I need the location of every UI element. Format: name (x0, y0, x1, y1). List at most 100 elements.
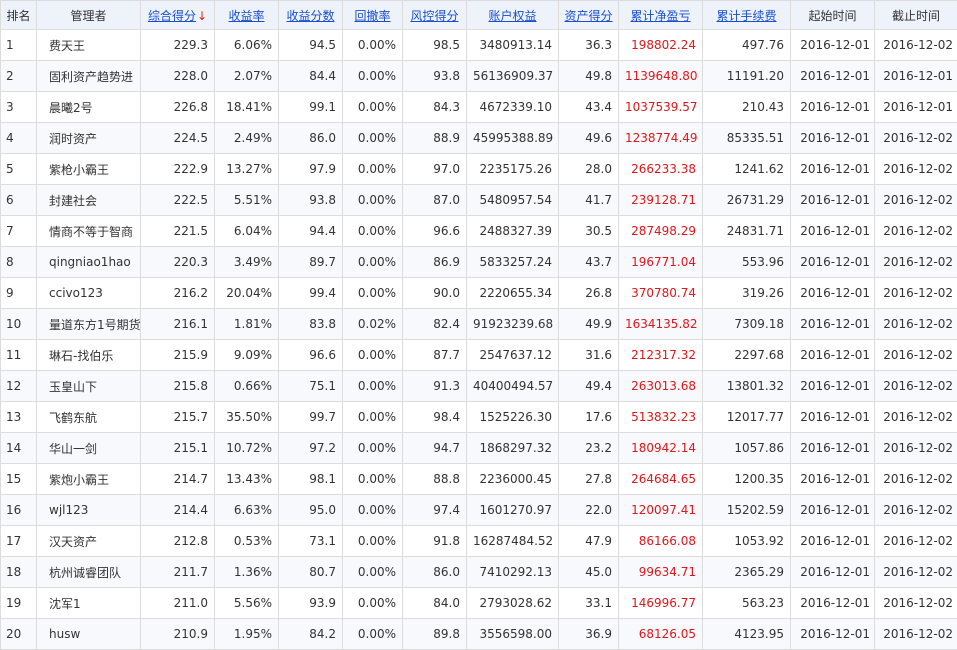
table-row[interactable]: 16wjl123214.46.63%95.00.00%97.41601270.9… (1, 495, 957, 526)
composite-score-cell: 215.1 (141, 433, 215, 464)
rank-cell: 8 (1, 247, 37, 278)
table-row[interactable]: 4润时资产224.52.49%86.00.00%88.945995388.894… (1, 123, 957, 154)
risk-score-cell: 91.8 (403, 526, 467, 557)
manager-name-link[interactable]: 费天王 (37, 30, 141, 61)
start-date-cell: 2016-12-01 (791, 247, 875, 278)
col-header-return-rate[interactable]: 收益率 (215, 1, 279, 30)
return-score-cell: 99.4 (279, 278, 343, 309)
manager-name-link[interactable]: 杭州诚睿团队 (37, 557, 141, 588)
cum-fee-cell: 85335.51 (703, 123, 791, 154)
cum-pnl-cell: 370780.74 (619, 278, 703, 309)
manager-name-link[interactable]: 玉皇山下 (37, 371, 141, 402)
table-row[interactable]: 11琳石-找伯乐215.99.09%96.60.00%87.72547637.1… (1, 340, 957, 371)
col-header-cum-fee[interactable]: 累计手续费 (703, 1, 791, 30)
cum-fee-cell: 11191.20 (703, 61, 791, 92)
start-date-cell: 2016-12-01 (791, 495, 875, 526)
composite-score-cell: 215.7 (141, 402, 215, 433)
end-date-cell: 2016-12-02 (875, 216, 957, 247)
return-score-cell: 97.2 (279, 433, 343, 464)
col-header-equity[interactable]: 账户权益 (467, 1, 559, 30)
rank-cell: 7 (1, 216, 37, 247)
table-row[interactable]: 15紫炮小霸王214.713.43%98.10.00%88.82236000.4… (1, 464, 957, 495)
equity-cell: 16287484.52 (467, 526, 559, 557)
risk-score-cell: 91.3 (403, 371, 467, 402)
drawdown-cell: 0.00% (343, 464, 403, 495)
start-date-cell: 2016-12-01 (791, 371, 875, 402)
return-rate-cell: 18.41% (215, 92, 279, 123)
table-row[interactable]: 1费天王229.36.06%94.50.00%98.53480913.1436.… (1, 30, 957, 61)
rank-cell: 17 (1, 526, 37, 557)
col-header-composite-score-label: 综合得分 (148, 9, 196, 23)
end-date-cell: 2016-12-01 (875, 61, 957, 92)
manager-name-link[interactable]: 沈军1 (37, 588, 141, 619)
table-row[interactable]: 13飞鹤东航215.735.50%99.70.00%98.41525226.30… (1, 402, 957, 433)
cum-fee-cell: 4123.95 (703, 619, 791, 650)
manager-name-link[interactable]: qingniao1hao (37, 247, 141, 278)
risk-score-cell: 87.0 (403, 185, 467, 216)
col-header-drawdown[interactable]: 回撤率 (343, 1, 403, 30)
composite-score-cell: 222.5 (141, 185, 215, 216)
table-row[interactable]: 2固利资产趋势进228.02.07%84.40.00%93.856136909.… (1, 61, 957, 92)
col-header-risk-score[interactable]: 风控得分 (403, 1, 467, 30)
equity-cell: 2793028.62 (467, 588, 559, 619)
end-date-cell: 2016-12-02 (875, 30, 957, 61)
asset-score-cell: 49.8 (559, 61, 619, 92)
table-row[interactable]: 10量道东方1号期货216.11.81%83.80.02%82.49192323… (1, 309, 957, 340)
manager-name-link[interactable]: ccivo123 (37, 278, 141, 309)
cum-fee-cell: 210.43 (703, 92, 791, 123)
asset-score-cell: 17.6 (559, 402, 619, 433)
rank-cell: 11 (1, 340, 37, 371)
table-row[interactable]: 9ccivo123216.220.04%99.40.00%90.02220655… (1, 278, 957, 309)
table-row[interactable]: 6封建社会222.55.51%93.80.00%87.05480957.5441… (1, 185, 957, 216)
drawdown-cell: 0.00% (343, 92, 403, 123)
manager-name-link[interactable]: 华山一剑 (37, 433, 141, 464)
asset-score-cell: 43.7 (559, 247, 619, 278)
risk-score-cell: 96.6 (403, 216, 467, 247)
risk-score-cell: 89.8 (403, 619, 467, 650)
manager-name-link[interactable]: husw (37, 619, 141, 650)
manager-name-link[interactable]: 封建社会 (37, 185, 141, 216)
equity-cell: 1868297.32 (467, 433, 559, 464)
manager-name-link[interactable]: 固利资产趋势进 (37, 61, 141, 92)
cum-fee-cell: 563.23 (703, 588, 791, 619)
manager-name-link[interactable]: 紫炮小霸王 (37, 464, 141, 495)
manager-name-link[interactable]: 汉天资产 (37, 526, 141, 557)
table-row[interactable]: 19沈军1211.05.56%93.90.00%84.02793028.6233… (1, 588, 957, 619)
col-header-asset-score[interactable]: 资产得分 (559, 1, 619, 30)
manager-name-link[interactable]: 晨曦2号 (37, 92, 141, 123)
manager-name-link[interactable]: 量道东方1号期货 (37, 309, 141, 340)
table-row[interactable]: 5紫枪小霸王222.913.27%97.90.00%97.02235175.26… (1, 154, 957, 185)
table-row[interactable]: 12玉皇山下215.80.66%75.10.00%91.340400494.57… (1, 371, 957, 402)
cum-fee-cell: 24831.71 (703, 216, 791, 247)
start-date-cell: 2016-12-01 (791, 309, 875, 340)
risk-score-cell: 90.0 (403, 278, 467, 309)
manager-name-link[interactable]: 紫枪小霸王 (37, 154, 141, 185)
drawdown-cell: 0.00% (343, 588, 403, 619)
asset-score-cell: 36.9 (559, 619, 619, 650)
drawdown-cell: 0.00% (343, 185, 403, 216)
col-header-cum-pnl[interactable]: 累计净盈亏 (619, 1, 703, 30)
composite-score-cell: 211.0 (141, 588, 215, 619)
return-rate-cell: 35.50% (215, 402, 279, 433)
table-row[interactable]: 14华山一剑215.110.72%97.20.00%94.71868297.32… (1, 433, 957, 464)
end-date-cell: 2016-12-02 (875, 495, 957, 526)
manager-name-link[interactable]: wjl123 (37, 495, 141, 526)
table-row[interactable]: 18杭州诚睿团队211.71.36%80.70.00%86.07410292.1… (1, 557, 957, 588)
risk-score-cell: 98.5 (403, 30, 467, 61)
table-row[interactable]: 3晨曦2号226.818.41%99.10.00%84.34672339.104… (1, 92, 957, 123)
manager-name-link[interactable]: 琳石-找伯乐 (37, 340, 141, 371)
table-row[interactable]: 8qingniao1hao220.33.49%89.70.00%86.95833… (1, 247, 957, 278)
cum-fee-cell: 2365.29 (703, 557, 791, 588)
cum-fee-cell: 1241.62 (703, 154, 791, 185)
manager-name-link[interactable]: 情商不等于智商 (37, 216, 141, 247)
asset-score-cell: 49.9 (559, 309, 619, 340)
risk-score-cell: 94.7 (403, 433, 467, 464)
manager-name-link[interactable]: 润时资产 (37, 123, 141, 154)
table-row[interactable]: 20husw210.91.95%84.20.00%89.83556598.003… (1, 619, 957, 650)
manager-name-link[interactable]: 飞鹤东航 (37, 402, 141, 433)
table-row[interactable]: 17汉天资产212.80.53%73.10.00%91.816287484.52… (1, 526, 957, 557)
start-date-cell: 2016-12-01 (791, 557, 875, 588)
table-row[interactable]: 7情商不等于智商221.56.04%94.40.00%96.62488327.3… (1, 216, 957, 247)
col-header-composite-score[interactable]: 综合得分↓ (141, 1, 215, 30)
col-header-return-score[interactable]: 收益分数 (279, 1, 343, 30)
